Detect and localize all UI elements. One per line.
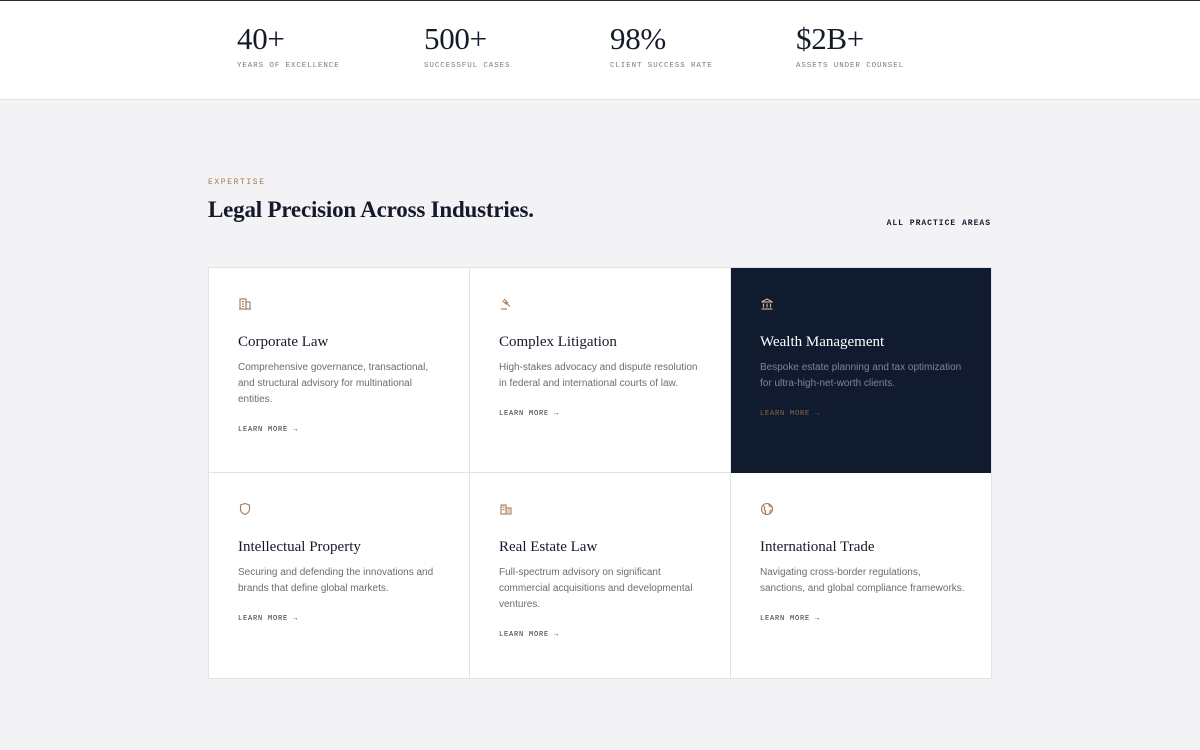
practice-card-real-estate-law[interactable]: Real Estate Law Full-spectrum advisory o… [470, 473, 731, 678]
shield-icon [239, 502, 251, 516]
card-description: Securing and defending the innovations a… [238, 567, 434, 594]
stat-years: 40+ YEARS OF EXCELLENCE [237, 21, 340, 70]
card-title: Complex Litigation [499, 334, 617, 350]
section-eyebrow: EXPERTISE [208, 178, 266, 187]
stat-label: YEARS OF EXCELLENCE [237, 62, 340, 70]
practice-card-international-trade[interactable]: International Trade Navigating cross-bor… [731, 473, 991, 678]
stat-value: $2B+ [796, 21, 864, 56]
section-title: Legal Precision Across Industries. [208, 197, 534, 222]
buildings-icon [500, 504, 512, 515]
practice-card-corporate-law[interactable]: Corporate Law Comprehensive governance, … [209, 268, 470, 473]
learn-more-link[interactable]: LEARN MORE → [499, 631, 559, 639]
practice-card-complex-litigation[interactable]: Complex Litigation High-stakes advocacy … [470, 268, 731, 473]
learn-more-link[interactable]: LEARN MORE → [238, 615, 298, 623]
bank-icon [761, 298, 773, 310]
learn-more-link[interactable]: LEARN MORE → [760, 615, 820, 623]
practice-card-intellectual-property[interactable]: Intellectual Property Securing and defen… [209, 473, 470, 678]
stat-assets: $2B+ ASSETS UNDER COUNSEL [796, 21, 904, 70]
globe-icon [760, 502, 774, 516]
practice-areas-grid: Corporate Law Comprehensive governance, … [208, 267, 992, 679]
practice-card-wealth-management[interactable]: Wealth Management Bespoke estate plannin… [731, 268, 991, 473]
card-title: Real Estate Law [499, 539, 598, 555]
stat-value: 40+ [237, 21, 285, 56]
card-description: Bespoke estate planning and tax optimiza… [760, 362, 962, 389]
all-practice-areas-link[interactable]: ALL PRACTICE AREAS [887, 219, 991, 228]
card-title: International Trade [760, 539, 875, 555]
card-description: High-stakes advocacy and dispute resolut… [499, 362, 698, 389]
stat-label: CLIENT SUCCESS RATE [610, 62, 713, 70]
stat-value: 500+ [424, 21, 487, 56]
card-description: Comprehensive governance, transactional,… [238, 362, 429, 405]
card-title: Wealth Management [760, 334, 885, 350]
learn-more-link[interactable]: LEARN MORE → [760, 410, 820, 418]
learn-more-link[interactable]: LEARN MORE → [499, 410, 559, 418]
gavel-icon [501, 298, 511, 310]
learn-more-link[interactable]: LEARN MORE → [238, 426, 298, 434]
card-title: Corporate Law [238, 334, 329, 350]
stat-label: SUCCESSFUL CASES [424, 62, 511, 70]
stat-label: ASSETS UNDER COUNSEL [796, 62, 905, 70]
card-description: Navigating cross-border regulations, san… [760, 567, 965, 594]
building-icon [239, 298, 251, 310]
card-title: Intellectual Property [238, 539, 361, 555]
stat-success-rate: 98% CLIENT SUCCESS RATE [610, 21, 713, 70]
stat-value: 98% [610, 21, 666, 56]
stats-bar: 40+ YEARS OF EXCELLENCE 500+ SUCCESSFUL … [0, 1, 1200, 100]
stat-cases: 500+ SUCCESSFUL CASES [424, 21, 510, 70]
card-description: Full-spectrum advisory on significant co… [499, 567, 693, 610]
